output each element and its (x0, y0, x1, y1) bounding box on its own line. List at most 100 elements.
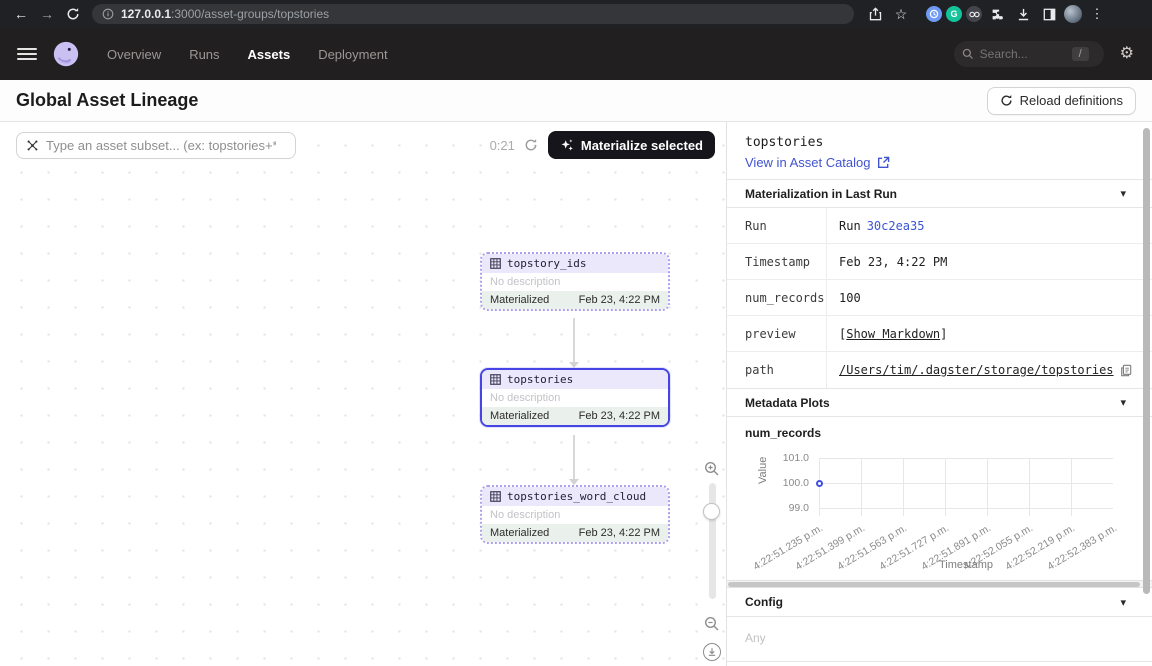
zoom-slider-handle[interactable] (703, 503, 720, 520)
run-id-link[interactable]: 30c2ea35 (867, 219, 925, 233)
browser-back-icon[interactable]: ← (8, 6, 34, 22)
browser-forward-icon[interactable]: → (34, 6, 60, 22)
graph-toolbar: 0:21 Materialize selected (16, 131, 715, 159)
config-value: Any (727, 617, 1152, 661)
search-input[interactable] (980, 47, 1066, 61)
chart-plot-area: 4:22:51.235 p.m. 4:22:51.399 p.m. 4:22:5… (819, 458, 1113, 516)
zoom-slider-track[interactable] (709, 483, 716, 599)
asset-description: No description (482, 273, 668, 291)
meta-row-preview: preview [Show Markdown] (727, 316, 1152, 352)
y-tick: 99.0 (769, 502, 809, 514)
nav-tabs: Overview Runs Assets Deployment (107, 47, 388, 62)
y-tick: 101.0 (769, 452, 809, 464)
asset-graph-panel: 0:21 Materialize selected topstory_ids N… (0, 122, 727, 666)
fit-view-icon[interactable] (703, 643, 721, 661)
query-timer: 0:21 (490, 138, 515, 153)
asset-name: topstories_word_cloud (507, 490, 646, 503)
asset-name: topstory_ids (507, 257, 586, 270)
graph-refresh-icon[interactable] (524, 138, 538, 152)
edge-arrow (573, 318, 575, 362)
x-tick: 4:22:51.235 p.m. (751, 522, 825, 573)
copy-icon[interactable] (1120, 364, 1132, 377)
chevron-down-icon: ▾ (1120, 596, 1126, 609)
reading-mode-icon[interactable] (1038, 3, 1060, 25)
view-in-asset-catalog-link[interactable]: View in Asset Catalog (745, 155, 1134, 170)
asset-node-topstories-word-cloud[interactable]: topstories_word_cloud No description Mat… (480, 485, 670, 544)
info-icon[interactable] (102, 8, 114, 20)
sparkle-icon (560, 138, 574, 152)
browser-chrome: ← → 127.0.0.1:3000/asset-groups/topstori… (0, 0, 1152, 28)
settings-gear-icon[interactable]: ⚙ (1120, 46, 1134, 62)
page-header: Global Asset Lineage Reload definitions (0, 80, 1152, 122)
refresh-icon (1000, 94, 1013, 107)
meta-row-num-records: num_records 100 (727, 280, 1152, 316)
asset-status: Materialized (490, 527, 549, 539)
chevron-down-icon: ▾ (1120, 187, 1126, 200)
asset-status: Materialized (490, 410, 549, 422)
downloads-icon[interactable] (1012, 3, 1034, 25)
search-shortcut-badge: / (1072, 47, 1089, 61)
app-nav: Overview Runs Assets Deployment / ⚙ (0, 28, 1152, 80)
dagster-logo (51, 39, 81, 69)
section-type[interactable]: Type ▾ (727, 661, 1152, 666)
browser-profile-avatar[interactable] (1064, 5, 1082, 23)
asset-node-topstories[interactable]: topstories No description Materialized F… (480, 368, 670, 427)
horizontal-scrollbar[interactable] (727, 580, 1152, 588)
history-extension-icon[interactable] (926, 6, 942, 22)
nav-tab-assets[interactable]: Assets (248, 47, 291, 62)
table-icon (490, 491, 501, 502)
nav-tab-runs[interactable]: Runs (189, 47, 219, 62)
asset-status: Materialized (490, 294, 549, 306)
num-records-chart: Value 101.0 100.0 99.0 4:22:51.235 p.m. … (727, 446, 1152, 578)
asset-details-panel: topstories View in Asset Catalog Materia… (727, 122, 1152, 666)
meta-row-timestamp: Timestamp Feb 23, 4:22 PM (727, 244, 1152, 280)
nav-tab-deployment[interactable]: Deployment (318, 47, 387, 62)
show-markdown-link[interactable]: Show Markdown (846, 327, 940, 341)
chevron-down-icon: ▾ (1120, 396, 1126, 409)
table-icon (490, 258, 501, 269)
asset-timestamp: Feb 23, 4:22 PM (579, 410, 660, 422)
vertical-scrollbar[interactable] (1143, 128, 1150, 594)
browser-reload-icon[interactable] (60, 7, 86, 21)
materialize-selected-button[interactable]: Materialize selected (548, 131, 715, 159)
search-icon (962, 48, 974, 60)
share-icon[interactable] (864, 3, 886, 25)
asset-description: No description (482, 389, 668, 407)
chart-x-axis-label: Timestamp (819, 559, 1113, 571)
table-icon (490, 374, 501, 385)
bookmark-star-icon[interactable]: ☆ (890, 3, 912, 25)
section-metadata-plots[interactable]: Metadata Plots ▾ (727, 388, 1152, 417)
asset-description: No description (482, 506, 668, 524)
meta-row-path: path /Users/tim/.dagster/storage/topstor… (727, 352, 1152, 388)
asset-timestamp: Feb 23, 4:22 PM (579, 527, 660, 539)
hamburger-menu-icon[interactable] (17, 45, 37, 63)
external-link-icon (877, 156, 890, 169)
asset-filter-field[interactable] (16, 132, 296, 159)
asset-node-topstory-ids[interactable]: topstory_ids No description Materialized… (480, 252, 670, 311)
details-asset-title: topstories (745, 135, 1134, 150)
edge-arrow (573, 435, 575, 479)
chart-y-axis-label: Value (757, 457, 769, 484)
extensions-puzzle-icon[interactable] (986, 3, 1008, 25)
y-tick: 100.0 (769, 477, 809, 489)
plot-metric-label: num_records (727, 417, 1152, 442)
browser-menu-icon[interactable]: ⋮ (1086, 3, 1108, 25)
meta-row-run: Run Run 30c2ea35 (727, 208, 1152, 244)
asset-timestamp: Feb 23, 4:22 PM (579, 294, 660, 306)
asset-graph-icon (26, 139, 39, 152)
url-text: 127.0.0.1:3000/asset-groups/topstories (121, 7, 329, 21)
zoom-in-icon[interactable] (704, 461, 720, 477)
nav-tab-overview[interactable]: Overview (107, 47, 161, 62)
path-link[interactable]: /Users/tim/.dagster/storage/topstories (839, 363, 1114, 377)
asset-filter-input[interactable] (46, 138, 276, 153)
zoom-out-icon[interactable] (704, 616, 720, 632)
page-title: Global Asset Lineage (16, 90, 198, 111)
grammarly-icon[interactable]: G (946, 6, 962, 22)
section-config[interactable]: Config ▾ (727, 588, 1152, 617)
goggles-extension-icon[interactable] (966, 6, 982, 22)
url-bar[interactable]: 127.0.0.1:3000/asset-groups/topstories (92, 4, 854, 24)
global-search[interactable]: / (954, 41, 1104, 67)
chart-data-point[interactable] (816, 480, 823, 487)
section-materialization-last-run[interactable]: Materialization in Last Run ▾ (727, 179, 1152, 208)
reload-definitions-button[interactable]: Reload definitions (987, 87, 1136, 115)
